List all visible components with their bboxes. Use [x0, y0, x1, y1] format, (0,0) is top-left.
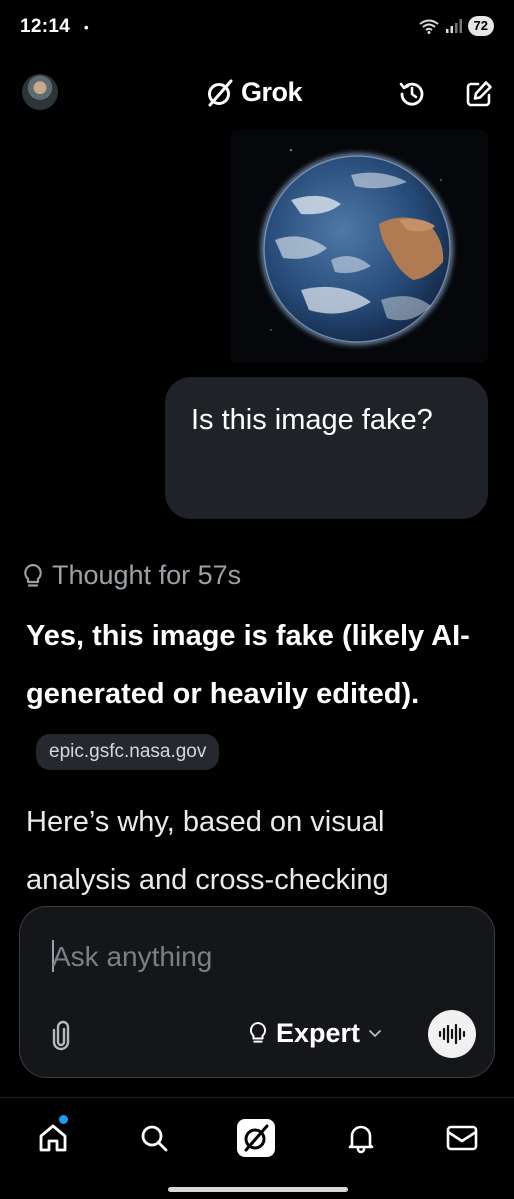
composer: Expert [19, 906, 495, 1078]
user-message-text: Is this image fake? [191, 404, 433, 436]
history-button[interactable] [396, 78, 428, 110]
answer-headline-text: Yes, this image is fake (likely AI-gener… [26, 620, 470, 710]
home-icon [39, 1124, 67, 1152]
status-time: 12:14 [20, 16, 71, 37]
nav-search[interactable] [134, 1118, 174, 1158]
thought-label: Thought for 57s [52, 560, 242, 590]
compose-icon [466, 81, 492, 107]
notification-dot [59, 1115, 68, 1124]
status-dot: • [84, 20, 89, 35]
signal-icon [445, 19, 462, 33]
answer-headline: Yes, this image is fake (likely AI-gener… [26, 607, 496, 781]
lightbulb-icon [249, 1022, 267, 1043]
battery-indicator: 72 [467, 16, 494, 36]
voice-button[interactable] [428, 1010, 476, 1058]
nav-messages[interactable] [442, 1118, 482, 1158]
voice-wave-icon [438, 1023, 466, 1045]
paperclip-icon [52, 1020, 70, 1051]
grok-icon [237, 1119, 275, 1157]
home-indicator [168, 1187, 348, 1192]
mode-selector[interactable]: Expert [248, 1013, 382, 1053]
mode-label: Expert [276, 1017, 361, 1048]
history-icon [399, 82, 424, 106]
new-chat-button[interactable] [463, 78, 495, 110]
attach-button[interactable] [47, 1018, 75, 1054]
brand: Grok [205, 77, 303, 108]
thought-toggle[interactable]: Thought for 57s [22, 560, 241, 591]
brand-name: Grok [241, 77, 303, 107]
nav-notifications[interactable] [341, 1118, 381, 1158]
nav-grok[interactable] [236, 1118, 276, 1158]
earth-photo [231, 130, 488, 363]
chevron-down-icon [369, 1030, 381, 1038]
user-message-bubble: Is this image fake? [165, 377, 488, 519]
lightbulb-icon [24, 563, 42, 587]
mail-icon [446, 1125, 478, 1151]
search-icon [141, 1125, 168, 1152]
bottom-nav [0, 1097, 514, 1199]
status-bar: 12:14 • 72 [0, 0, 514, 58]
source-chip[interactable]: epic.gsfc.nasa.gov [36, 734, 220, 770]
user-image-attachment[interactable] [231, 130, 488, 363]
grok-logo-icon [208, 79, 233, 106]
bell-icon [348, 1125, 374, 1154]
ask-input[interactable] [52, 937, 432, 977]
answer-body: Here’s why, based on visual analysis and… [26, 806, 389, 896]
wifi-icon [418, 19, 439, 34]
status-icons: 72 [418, 16, 494, 36]
app-header: Grok [0, 68, 514, 118]
nav-home[interactable] [33, 1118, 73, 1158]
avatar[interactable] [22, 74, 58, 110]
